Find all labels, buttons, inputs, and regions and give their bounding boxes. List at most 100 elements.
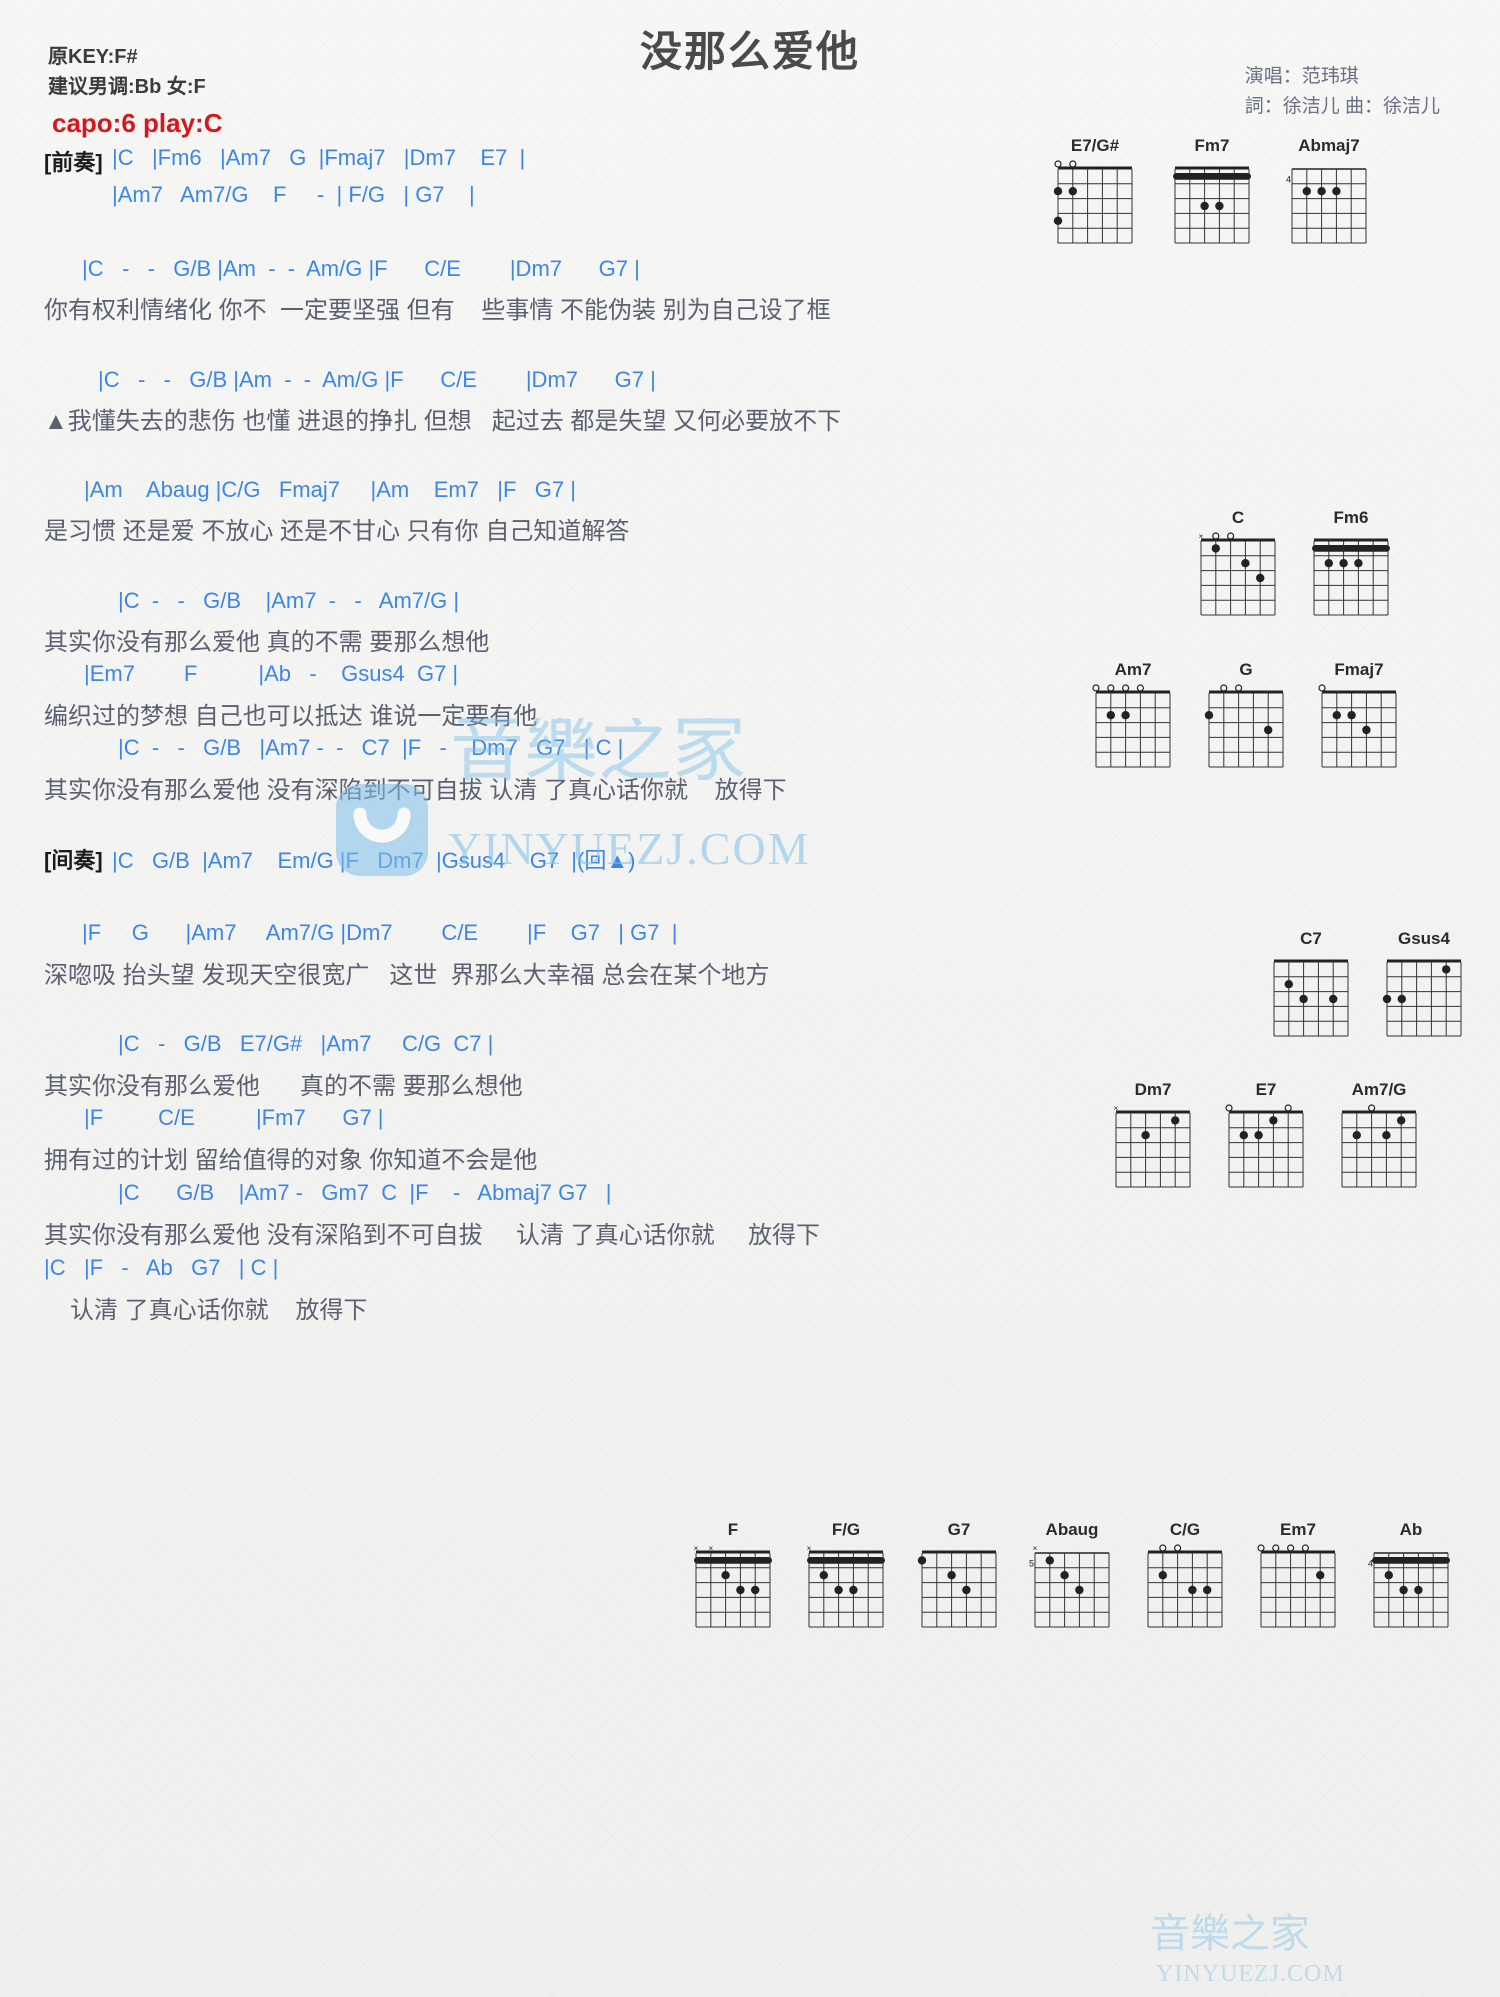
prechorus-chords: |Am Abaug |C/G Fmaj7 |Am Em7 |F G7 |: [84, 477, 576, 502]
chord-diagram-grid: [916, 1543, 1002, 1639]
chord-diagram-c7: C7: [1268, 929, 1354, 1048]
prechorus-lyrics: 是习惯 还是爱 不放心 还是不甘心 只有你 自己知道解答: [44, 518, 630, 545]
chord-diagram-grid: × 5: [1029, 1543, 1115, 1639]
chord-diagram-fm7: Fm7: [1169, 136, 1255, 255]
chord-diagram-grid: [1090, 683, 1176, 779]
chord-diagram-name: Ab: [1399, 1520, 1423, 1539]
chord-diagram-name: E7/G#: [1070, 136, 1120, 155]
chord-diagram-grid: [1336, 1103, 1422, 1199]
writer-credit: 詞：徐洁儿 曲：徐洁儿: [1244, 96, 1440, 117]
chord-diagram-grid: × ×: [690, 1543, 776, 1639]
chord-diagram-grid: ×: [803, 1543, 889, 1639]
original-key: 原KEY:F#: [48, 46, 138, 68]
chord-diagram-gsus4: Gsus4: [1381, 929, 1467, 1048]
chord-diagram-name: F/G: [831, 1520, 861, 1539]
chord-diagram-name: Em7: [1280, 1520, 1316, 1539]
chord-diagram-name: Abmaj7: [1298, 136, 1360, 155]
chord-diagram-e7: E7: [1223, 1080, 1309, 1199]
chord-diagram-dm7: Dm7 ×: [1110, 1080, 1196, 1199]
chord-diagram-name: Fm7: [1194, 136, 1230, 155]
chord-diagram-ab: Ab 4: [1368, 1520, 1454, 1639]
chord-diagram-grid: [1316, 683, 1402, 779]
chorus1-chords-line-1: |C - - G/B |Am7 - - Am7/G |: [118, 588, 460, 613]
singer-credit: 演唱：范玮琪: [1244, 66, 1359, 87]
svg-text:×: ×: [1033, 1544, 1038, 1553]
chord-sheet: 没那么爱他 原KEY:F# 建议男调:Bb 女:F 演唱：范玮琪 詞：徐洁儿 曲…: [0, 0, 1500, 1997]
credits: 演唱：范玮琪 詞：徐洁儿 曲：徐洁儿: [1245, 62, 1440, 122]
chord-diagram-grid: [1308, 531, 1394, 627]
chord-diagram-g7: G7: [916, 1520, 1002, 1639]
chord-diagram-name: F: [727, 1520, 739, 1539]
chorus1-chords-line-2: |Em7 F |Ab - Gsus4 G7 |: [84, 661, 459, 686]
chord-diagram-name: Am7/G: [1351, 1080, 1407, 1099]
chorus1-chords-line-3: |C - - G/B |Am7 - - C7 |F - Dm7 G7 | C |: [118, 735, 624, 760]
chord-diagram-name: Am7: [1114, 660, 1152, 679]
chord-diagram-grid: 4: [1286, 159, 1372, 255]
capo-info: capo:6 play:C: [52, 108, 223, 138]
chord-diagram-f: F × ×: [690, 1520, 776, 1639]
verse1-lyrics: 你有权利情绪化 你不 一定要坚强 但有 些事情 不能伪装 别为自己设了框: [44, 297, 831, 324]
svg-text:5: 5: [1029, 1558, 1034, 1568]
chord-diagram-fg: F/G ×: [803, 1520, 889, 1639]
chord-diagram-name: Fmaj7: [1334, 660, 1384, 679]
verse1-chords: |C - - G/B |Am - - Am/G |F C/E |Dm7 G7 |: [82, 256, 640, 281]
svg-text:YINYUEZJ.COM: YINYUEZJ.COM: [1156, 1961, 1345, 1987]
chord-diagram-grid: [1223, 1103, 1309, 1199]
chorus2-lyrics-line-1: 其实你没有那么爱他 真的不需 要那么想他: [44, 1073, 523, 1100]
chord-diagram-fm6: Fm6: [1308, 508, 1394, 627]
chord-diagram-grid: [1203, 683, 1289, 779]
verse3-lyrics: 深唿吸 抬头望 发现天空很宽广 这世 界那么大幸福 总会在某个地方: [44, 962, 770, 989]
chord-diagram-am7: Am7: [1090, 660, 1176, 779]
ending-chords: |C |F - Ab G7 | C |: [44, 1255, 279, 1280]
svg-text:音樂之家: 音樂之家: [1150, 1911, 1310, 1956]
verse2-chords: |C - - G/B |Am - - Am/G |F C/E |Dm7 G7 |: [98, 367, 656, 392]
key-info: 原KEY:F# 建议男调:Bb 女:F: [48, 42, 206, 102]
verse3-chords: |F G |Am7 Am7/G |Dm7 C/E |F G7 | G7 |: [82, 920, 678, 945]
chord-diagram-grid: [1255, 1543, 1341, 1639]
chord-diagram-grid: ×: [1195, 531, 1281, 627]
chorus2-lyrics-line-2: 拥有过的计划 留给值得的对象 你知道不会是他: [44, 1147, 538, 1174]
chord-diagram-em7: Em7: [1255, 1520, 1341, 1639]
chord-diagram-name: C/G: [1169, 1520, 1201, 1539]
svg-text:4: 4: [1286, 174, 1291, 184]
chord-diagram-name: Dm7: [1134, 1080, 1172, 1099]
chord-diagram-grid: [1142, 1543, 1228, 1639]
chord-diagram-grid: 4: [1368, 1543, 1454, 1639]
chord-diagram-grid: [1268, 952, 1354, 1048]
chord-diagram-e7g: E7/G#: [1052, 136, 1138, 255]
chord-diagram-am7g: Am7/G: [1336, 1080, 1422, 1199]
chorus2-chords-line-2: |F C/E |Fm7 G7 |: [84, 1105, 384, 1130]
chorus1-lyrics-line-3: 其实你没有那么爱他 没有深陷到不可自拔 认清 了真心话你就 放得下: [44, 777, 787, 804]
intro-chords-line-2: |Am7 Am7/G F - | F/G | G7 |: [112, 182, 475, 207]
chord-diagram-name: E7: [1255, 1080, 1277, 1099]
section-label-intro: [前奏]: [44, 150, 103, 175]
chord-diagram-name: Abaug: [1045, 1520, 1099, 1539]
suggested-key: 建议男调:Bb 女:F: [48, 76, 206, 98]
chord-diagram-fmaj7: Fmaj7: [1316, 660, 1402, 779]
ending-lyrics: 认清 了真心话你就 放得下: [70, 1297, 368, 1324]
chorus1-lyrics-line-1: 其实你没有那么爱他 真的不需 要那么想他: [44, 629, 490, 656]
chord-diagram-grid: [1381, 952, 1467, 1048]
interlude-chords: |C G/B |Am7 Em/G |F Dm7 |Gsus4 G7 |(回▲): [112, 848, 636, 873]
chord-diagram-grid: ×: [1110, 1103, 1196, 1199]
chord-diagram-name: G: [1239, 660, 1253, 679]
chord-diagram-c: C ×: [1195, 508, 1281, 627]
chord-diagram-name: C: [1231, 508, 1245, 527]
chord-diagram-grid: [1169, 159, 1255, 255]
chord-diagram-abmaj7: Abmaj7 4: [1286, 136, 1372, 255]
verse2-lyrics: ▲我懂失去的悲伤 也懂 进退的挣扎 但想 起过去 都是失望 又何必要放不下: [44, 408, 842, 435]
chord-diagram-name: Gsus4: [1398, 929, 1450, 948]
watermark-secondary: 音樂之家 YINYUEZJ.COM: [1150, 1911, 1345, 1987]
chorus1-lyrics-line-2: 编织过的梦想 自己也可以抵达 谁说一定要有他: [44, 703, 538, 730]
intro-chords-line-1: |C |Fm6 |Am7 G |Fmaj7 |Dm7 E7 |: [112, 145, 526, 170]
chord-diagram-name: C7: [1300, 929, 1322, 948]
chord-diagram-name: G7: [947, 1520, 971, 1539]
chord-diagram-abaug: Abaug × 5: [1029, 1520, 1115, 1639]
chord-diagram-g: G: [1203, 660, 1289, 779]
chord-diagram-grid: [1052, 159, 1138, 255]
chorus2-chords-line-1: |C - G/B E7/G# |Am7 C/G C7 |: [118, 1031, 494, 1056]
section-label-interlude: [间奏]: [44, 848, 103, 873]
chord-diagram-cg: C/G: [1142, 1520, 1228, 1639]
chord-diagram-name: Fm6: [1333, 508, 1369, 527]
chorus2-lyrics-line-3: 其实你没有那么爱他 没有深陷到不可自拔 认清 了真心话你就 放得下: [44, 1222, 821, 1249]
